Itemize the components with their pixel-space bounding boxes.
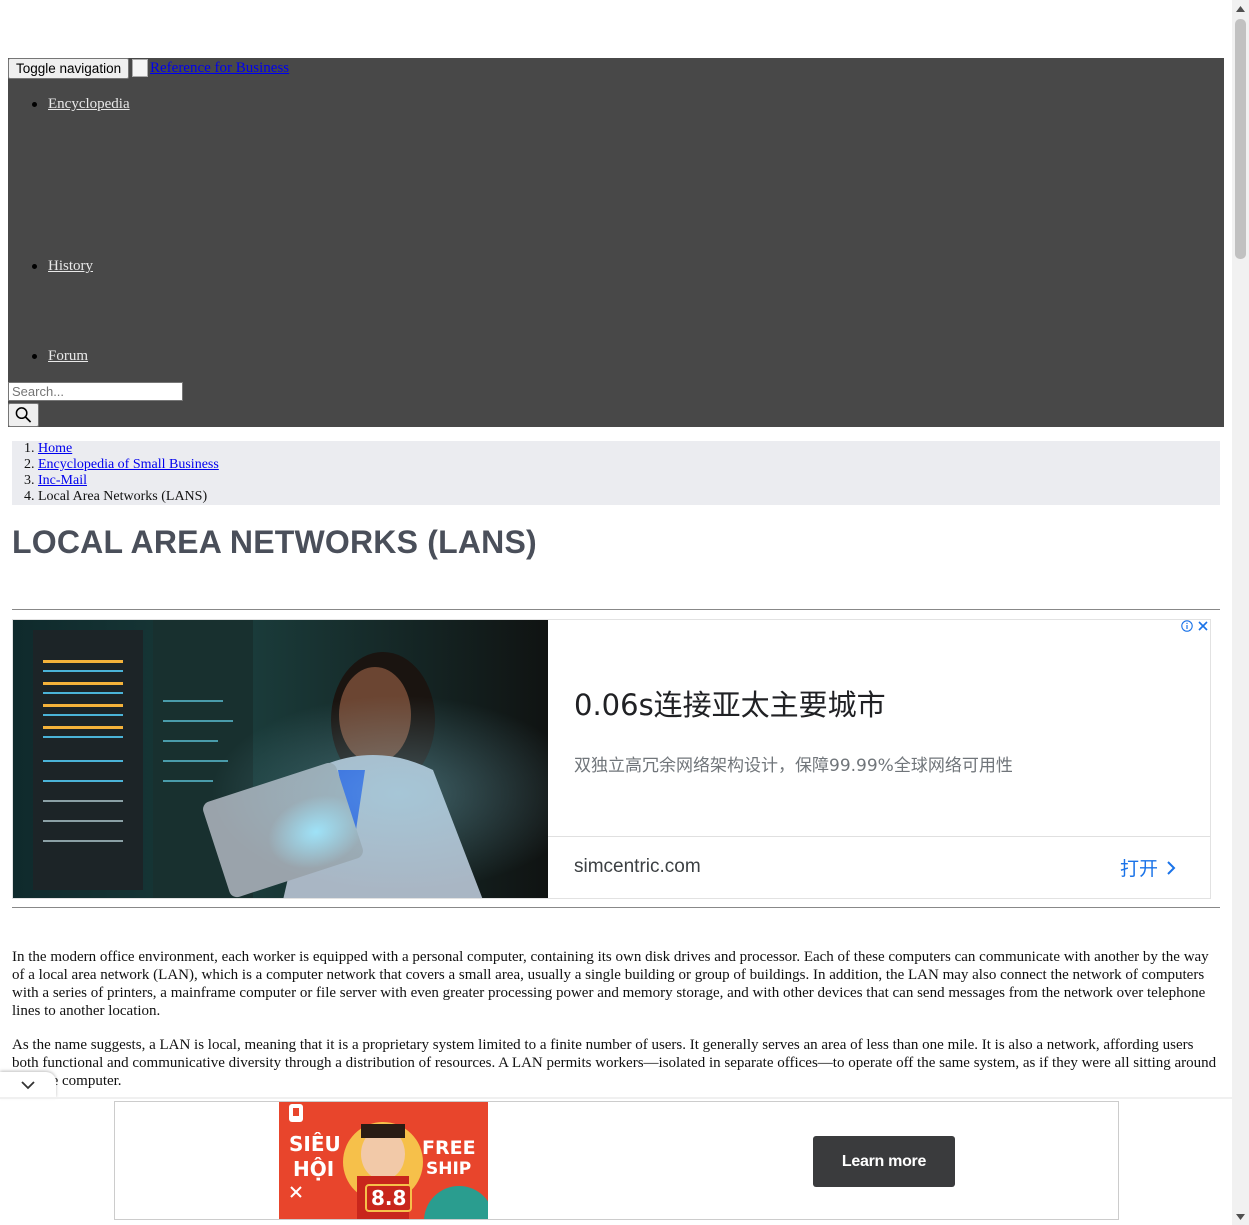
breadcrumb-number: 1. [24, 441, 35, 456]
article-body: In the modern office environment, each w… [12, 948, 1220, 1106]
promo-badge-number: 8.8 [365, 1184, 413, 1212]
bottom-banner-ad[interactable]: SIÊU HỘI FREE SHIP 8.8 Learn more [114, 1101, 1119, 1220]
ad-domain[interactable]: simcentric.com [574, 856, 701, 878]
scroll-down-arrow-icon[interactable] [1232, 1208, 1249, 1225]
sticky-ad-border [0, 1097, 1232, 1099]
top-navbar: Toggle navigation Reference for Business… [8, 58, 1224, 427]
ad-description[interactable]: 双独立高冗余网络架构设计，保障99.99%全球网络可用性 [574, 751, 1013, 776]
nav-item-history[interactable]: History [32, 258, 93, 275]
ad-image-datacenter[interactable] [13, 620, 548, 898]
search-icon [15, 407, 32, 423]
divider [12, 609, 1220, 610]
page-title: LOCAL AREA NETWORKS (LANS) [12, 524, 537, 560]
ad-headline[interactable]: 0.06s连接亚太主要城市 [574, 682, 886, 724]
breadcrumb-item-home[interactable]: 1. Home [24, 441, 72, 457]
promo-text-free: FREE [422, 1137, 476, 1159]
breadcrumb-link-home[interactable]: Home [38, 441, 72, 456]
broken-image-icon [132, 59, 148, 77]
ad-open-label: 打开 [1120, 858, 1159, 880]
chevron-down-icon [21, 1081, 35, 1090]
nav-item-forum[interactable]: Forum [32, 348, 88, 365]
info-icon[interactable] [1181, 620, 1193, 632]
article-paragraph: As the name suggests, a LAN is local, me… [12, 1037, 1217, 1089]
close-icon[interactable] [1197, 620, 1209, 632]
brand-logo-alt-text[interactable]: Reference for Business [150, 60, 289, 77]
collapse-ad-tab[interactable] [0, 1072, 56, 1098]
display-ad[interactable]: 0.06s连接亚太主要城市 双独立高冗余网络架构设计，保障99.99%全球网络可… [12, 619, 1211, 899]
brand-link[interactable]: Reference for Business [132, 59, 289, 77]
bullet-icon [32, 354, 37, 359]
promo-text-hoi: HỘI [293, 1157, 335, 1181]
breadcrumb-number: 2. [24, 457, 35, 472]
nav-item-encyclopedia[interactable]: Encyclopedia [32, 96, 130, 113]
ad-divider [548, 836, 1210, 837]
toggle-navigation-button[interactable]: Toggle navigation [8, 58, 130, 79]
article-paragraph: In the modern office environment, each w… [12, 949, 1209, 1019]
page-scrollbar[interactable] [1232, 0, 1249, 1225]
bullet-icon [32, 264, 37, 269]
nav-link-forum[interactable]: Forum [48, 348, 88, 365]
breadcrumb-item-current: 4. Local Area Networks (LANS) [24, 489, 208, 505]
ad-open-button[interactable]: 打开 [1120, 854, 1176, 881]
scroll-up-arrow-icon[interactable] [1232, 0, 1249, 17]
breadcrumb-item-inc-mail[interactable]: 3. Inc-Mail [24, 473, 87, 489]
ad-image-promo[interactable]: SIÊU HỘI FREE SHIP 8.8 [279, 1102, 488, 1219]
promo-text-ship: SHIP [426, 1159, 472, 1179]
nav-link-encyclopedia[interactable]: Encyclopedia [48, 96, 130, 113]
breadcrumb-link-inc-mail[interactable]: Inc-Mail [38, 473, 87, 488]
scrollbar-thumb[interactable] [1235, 19, 1246, 259]
breadcrumb-item-encyclopedia[interactable]: 2. Encyclopedia of Small Business [24, 457, 219, 473]
breadcrumb-link-encyclopedia[interactable]: Encyclopedia of Small Business [38, 457, 219, 472]
bullet-icon [32, 102, 37, 107]
divider [12, 907, 1220, 908]
breadcrumb-current-label: Local Area Networks (LANS) [38, 489, 208, 504]
chevron-right-icon [1167, 860, 1176, 875]
nav-link-history[interactable]: History [48, 258, 93, 275]
learn-more-button[interactable]: Learn more [813, 1136, 955, 1187]
ad-choices[interactable] [1181, 620, 1209, 632]
promo-text-sieu: SIÊU [289, 1132, 341, 1156]
breadcrumb-number: 3. [24, 473, 35, 488]
search-input[interactable] [8, 382, 183, 401]
breadcrumb-number: 4. [24, 489, 35, 504]
breadcrumb: 1. Home 2. Encyclopedia of Small Busines… [12, 441, 1220, 505]
search-button[interactable] [8, 403, 39, 427]
